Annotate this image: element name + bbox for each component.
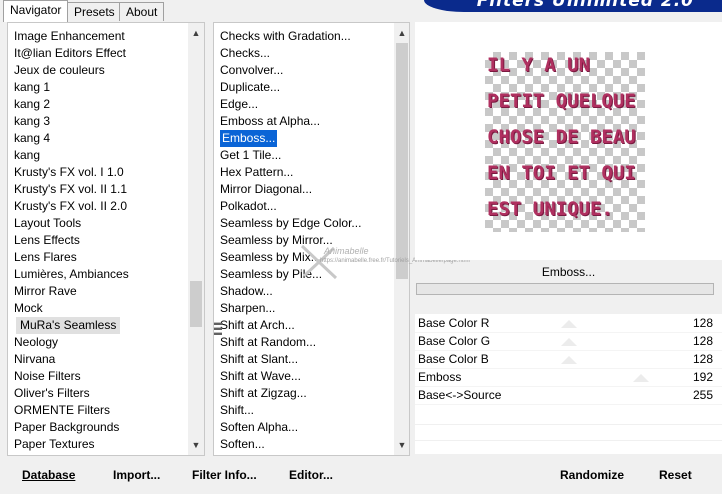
param-row[interactable]: Base Color R 128 [415, 314, 722, 333]
splitter-grip-icon[interactable]: ▬ ▬ ▬ [214, 319, 222, 337]
param-label: Base Color B [418, 352, 489, 366]
tab-presets[interactable]: Presets [67, 2, 122, 21]
category-item[interactable]: kang 1 [14, 79, 50, 96]
category-item[interactable]: MuRa's Seamless [16, 317, 121, 334]
filter-item[interactable]: Soften... [220, 436, 265, 453]
category-item[interactable]: Krusty's FX vol. II 1.1 [14, 181, 127, 198]
category-item[interactable]: Paper Textures [14, 436, 95, 453]
import-button[interactable]: Import... [113, 468, 160, 482]
category-item[interactable]: Nirvana [14, 351, 55, 368]
category-item[interactable]: kang [14, 147, 40, 164]
category-scroll-thumb[interactable] [190, 281, 202, 327]
filter-item[interactable]: Polkadot... [220, 198, 277, 215]
filter-item[interactable]: Duplicate... [220, 79, 280, 96]
preview-text-line: PETIT QUELQUE [487, 90, 636, 112]
editor-button[interactable]: Editor... [289, 468, 333, 482]
category-item[interactable]: Noise Filters [14, 368, 81, 385]
category-list[interactable]: Image Enhancement It@lian Editors Effect J… [7, 22, 205, 456]
brand-title: Filters Unlimited 2.0 [476, 0, 694, 11]
param-row[interactable]: Base Color B 128 [415, 350, 722, 369]
category-item[interactable]: kang 4 [14, 130, 50, 147]
param-row[interactable]: Base Color G 128 [415, 332, 722, 351]
scroll-up-icon[interactable]: ▲ [188, 25, 204, 41]
slider-thumb-icon[interactable] [561, 320, 577, 328]
category-scrollbar[interactable]: ▲ ▼ [188, 23, 204, 455]
param-label: Base<->Source [418, 388, 502, 402]
category-item[interactable]: kang 2 [14, 96, 50, 113]
tab-bar: Navigator Presets About Filters Unlimite… [0, 0, 722, 22]
filter-item[interactable]: Shift at Random... [220, 334, 316, 351]
filter-title: Emboss... [541, 265, 596, 279]
filter-item[interactable]: Checks with Gradation... [220, 28, 351, 45]
preview-text-line: EN TOI ET QUI [487, 162, 636, 184]
filter-list[interactable]: Checks with Gradation... Checks... Convolv… [213, 22, 410, 456]
filter-item[interactable]: Shadow... [220, 283, 273, 300]
filter-item[interactable]: Convolver... [220, 62, 283, 79]
tab-about[interactable]: About [119, 2, 165, 21]
reset-button[interactable]: Reset [659, 468, 692, 482]
param-value: 128 [692, 316, 713, 330]
filter-item[interactable]: Shift at Wave... [220, 368, 301, 385]
slider-thumb-icon[interactable] [561, 356, 577, 364]
category-item[interactable]: Neology [14, 334, 58, 351]
filter-scrollbar[interactable]: ▲ ▼ [394, 23, 409, 455]
progress-bar [416, 283, 714, 295]
category-item[interactable]: Mock [14, 300, 43, 317]
category-item[interactable]: Krusty's FX vol. II 2.0 [14, 198, 127, 215]
filter-item[interactable]: Seamless by Edge Color... [220, 215, 361, 232]
preview-text-line: IL Y A UN [487, 54, 590, 76]
param-value: 192 [692, 370, 713, 384]
param-label: Base Color R [418, 316, 490, 330]
param-value: 128 [692, 352, 713, 366]
category-item[interactable]: It@lian Editors Effect [14, 45, 126, 62]
database-button-label: Database [22, 468, 76, 482]
filter-item[interactable]: Emboss at Alpha... [220, 113, 320, 130]
preview-text-line: EST UNIQUE. [487, 198, 613, 220]
category-item[interactable]: Paper Backgrounds [14, 419, 119, 436]
slider-thumb-icon[interactable] [633, 374, 649, 382]
parameter-sliders: Base Color R 128 Base Color G 128 Base Color… [415, 314, 722, 454]
filter-item[interactable]: Emboss... [218, 129, 279, 148]
preview-pane: IL Y A UN PETIT QUELQUE CHOSE DE BEAU EN TO… [415, 22, 722, 260]
filter-item[interactable]: Shift... [220, 402, 254, 419]
category-item[interactable]: Lens Effects [14, 232, 80, 249]
param-row[interactable]: Base<->Source 255 [415, 386, 722, 405]
category-item[interactable]: Layout Tools [14, 215, 81, 232]
param-row[interactable]: Emboss 192 [415, 368, 722, 387]
filter-item[interactable]: Edge... [220, 96, 258, 113]
filter-item[interactable]: Checks... [220, 45, 270, 62]
filter-item[interactable]: Soften Alpha... [220, 419, 298, 436]
filter-info-button[interactable]: Filter Info... [192, 468, 257, 482]
category-item[interactable]: Lens Flares [14, 249, 77, 266]
category-item[interactable]: Oliver's Filters [14, 385, 90, 402]
filter-item[interactable]: Hex Pattern... [220, 164, 293, 181]
category-item[interactable]: Lumières, Ambiances [14, 266, 129, 283]
slider-thumb-icon[interactable] [561, 338, 577, 346]
filter-item[interactable]: Shift at Slant... [220, 351, 298, 368]
randomize-button[interactable]: Randomize [560, 468, 624, 482]
param-value: 255 [692, 388, 713, 402]
category-item[interactable]: Mirror Rave [14, 283, 77, 300]
param-label: Emboss [418, 370, 462, 384]
param-value: 128 [692, 334, 713, 348]
category-item[interactable]: Krusty's FX vol. I 1.0 [14, 164, 124, 181]
watermark-name: Animabelle [324, 246, 369, 256]
category-item[interactable]: kang 3 [14, 113, 50, 130]
scroll-up-icon[interactable]: ▲ [394, 25, 409, 41]
database-button[interactable]: Database [22, 468, 75, 482]
filter-item[interactable]: Get 1 Tile... [220, 147, 281, 164]
brand-banner: Filters Unlimited 2.0 [424, 0, 722, 12]
scroll-down-icon[interactable]: ▼ [188, 437, 204, 453]
filter-item[interactable]: Sharpen... [220, 300, 275, 317]
param-label: Base Color G [418, 334, 491, 348]
tab-navigator[interactable]: Navigator [3, 0, 69, 22]
preview-text-line: CHOSE DE BEAU [487, 126, 636, 148]
scroll-down-icon[interactable]: ▼ [394, 437, 409, 453]
category-item[interactable]: ORMENTE Filters [14, 402, 110, 419]
filter-item[interactable]: Shift at Arch... [220, 317, 295, 334]
category-item[interactable]: Image Enhancement [14, 28, 125, 45]
filter-item[interactable]: Shift at Zigzag... [220, 385, 307, 402]
category-item[interactable]: Jeux de couleurs [14, 62, 105, 79]
filter-item[interactable]: Mirror Diagonal... [220, 181, 312, 198]
